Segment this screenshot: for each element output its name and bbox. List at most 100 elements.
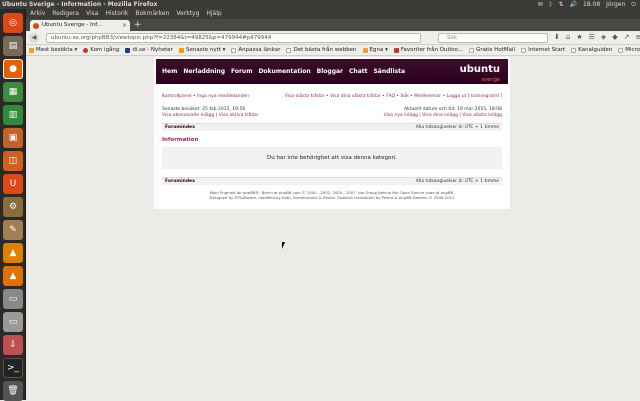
power-icon[interactable]: ⏻ xyxy=(631,0,636,9)
bookmark-star-icon[interactable]: ★ xyxy=(576,33,582,41)
system-top-bar: Ubuntu Sverige - Information - Mozilla F… xyxy=(0,0,640,9)
back-icon[interactable]: ◀ xyxy=(29,33,39,43)
bookmark-item[interactable]: Gratis HotMail xyxy=(469,45,515,55)
menu-hjalp[interactable]: Hjälp xyxy=(206,9,221,19)
menu-historik[interactable]: Historik xyxy=(105,9,128,19)
nav-chatt[interactable]: Chatt xyxy=(349,68,367,75)
bookmark-item[interactable]: di.se - Nyheter xyxy=(125,45,173,55)
toolbar-icons: ⬇ ⌂ ★ ☰ ◈ ◆ ↗ ≡ xyxy=(554,33,640,41)
tab-title: Ubuntu Sverige - Inf... xyxy=(42,22,103,28)
x-favicon-icon xyxy=(393,47,399,53)
settings-icon[interactable]: ⚙ xyxy=(3,197,23,217)
page-icon xyxy=(571,47,577,53)
bookmark-item[interactable]: Senaste nytt ▾ xyxy=(178,45,225,55)
bookmark-item[interactable]: Det bästa från webben xyxy=(286,45,357,55)
bookmark-item[interactable]: Internet Start xyxy=(521,45,565,55)
menu-bar: Arkiv Redigera Visa Historik Bokmärken V… xyxy=(26,9,640,19)
download-icon[interactable]: ⇩ xyxy=(3,335,23,355)
timezone-note: Alla tidsangivelser är UTC + 1 timme xyxy=(415,125,499,130)
files-icon[interactable]: ▤ xyxy=(3,36,23,56)
top-links[interactable]: Visa olästa trådar • Visa dina olästa tr… xyxy=(285,94,502,99)
firefox-favicon-icon xyxy=(83,47,89,53)
menu-arkiv[interactable]: Arkiv xyxy=(30,9,45,19)
bookmark-item[interactable]: Egna ▾ xyxy=(362,45,388,55)
pocket-icon[interactable]: ◈ xyxy=(601,33,606,41)
search-input[interactable]: Sök xyxy=(438,33,548,43)
page-icon xyxy=(286,47,292,53)
folder-icon xyxy=(29,47,34,53)
ubuntu-one-icon[interactable]: U xyxy=(3,174,23,194)
clock[interactable]: 18.08 xyxy=(583,0,600,9)
menu-redigera[interactable]: Redigera xyxy=(52,9,79,19)
current-time-block: Aktuellt datum och tid: 19 mar 2015, 18:… xyxy=(384,107,502,119)
nav-forum[interactable]: Forum xyxy=(231,68,252,75)
bookmarks-toolbar: Mest besökta ▾ Kom igång di.se - Nyheter… xyxy=(26,45,640,56)
forum-index-link[interactable]: Forumindex xyxy=(165,125,195,130)
folder-icon xyxy=(362,47,368,53)
ubuntu-favicon-icon xyxy=(33,23,39,29)
page-content: Hem Nerladdning Forum Dokumentation Blog… xyxy=(26,56,640,400)
libreoffice-impress-icon[interactable]: ▣ xyxy=(3,128,23,148)
shield-icon[interactable]: ◆ xyxy=(612,33,617,41)
home-icon[interactable]: ⌂ xyxy=(566,33,570,41)
libreoffice-writer-icon[interactable]: ▦ xyxy=(3,82,23,102)
nav-dokumentation[interactable]: Dokumentation xyxy=(258,68,310,75)
menu-bokmarken[interactable]: Bokmärken xyxy=(135,9,169,19)
ubuntu-logo[interactable]: ubuntu sverige xyxy=(460,65,500,85)
last-visit-block: Senaste besöket: 25 feb 2015, 19:56 Visa… xyxy=(162,107,259,119)
new-tab-icon[interactable]: + xyxy=(134,19,142,31)
download-arrow-icon[interactable]: ⬇ xyxy=(554,33,560,41)
bookmark-item[interactable]: Microsoft xyxy=(618,45,640,55)
share-icon[interactable]: ↗ xyxy=(624,33,630,41)
bookmark-item[interactable]: Anpassa länkar xyxy=(231,45,280,55)
bookmark-item[interactable]: Kom igång xyxy=(83,45,119,55)
forum-header: Hem Nerladdning Forum Dokumentation Blog… xyxy=(156,59,508,84)
window-title: Ubuntu Sverige - Information - Mozilla F… xyxy=(2,1,158,8)
libreoffice-calc-icon[interactable]: ▥ xyxy=(3,105,23,125)
forum-index-bar-bottom: Forumindex Alla tidsangivelser är UTC + … xyxy=(162,177,502,185)
bookmark-item[interactable]: Mest besökta ▾ xyxy=(29,45,77,55)
menu-verktyg[interactable]: Verktyg xyxy=(176,9,199,19)
firefox-icon[interactable]: ● xyxy=(3,59,23,79)
nav-nerladdning[interactable]: Nerladdning xyxy=(183,68,225,75)
mail-icon[interactable]: ✉ xyxy=(538,0,543,9)
terminal-icon[interactable]: >_ xyxy=(3,358,23,378)
nav-bloggar[interactable]: Bloggar xyxy=(317,68,343,75)
tab-ubuntu-sverige[interactable]: Ubuntu Sverige - Inf... × xyxy=(30,20,130,31)
forum-footer: Main Engined for phpBB®: Berlin at phpBB… xyxy=(154,190,510,200)
bookmark-item[interactable]: Kanalguiden xyxy=(571,45,612,55)
nav-hem[interactable]: Hem xyxy=(162,68,177,75)
page-icon xyxy=(469,47,475,53)
control-panel-link[interactable]: Kontrollpanel • Inga nya meddelanden xyxy=(162,94,249,99)
bookmarks-list-icon[interactable]: ☰ xyxy=(589,33,595,41)
navigation-bar: ◀ ubuntu-se.org/phpBB3/viewtopic.php?f=2… xyxy=(26,31,640,45)
app-icon[interactable]: ▲ xyxy=(3,243,23,263)
menu-icon[interactable]: ≡ xyxy=(636,33,640,41)
gimp-icon[interactable]: ✎ xyxy=(3,220,23,240)
page-icon xyxy=(521,47,527,53)
right-links[interactable]: Visa nya inlägg | Visa dina inlägg | Vis… xyxy=(384,113,502,119)
volume-icon[interactable]: 🔊 xyxy=(569,0,576,9)
forum-container: Hem Nerladdning Forum Dokumentation Blog… xyxy=(154,57,510,209)
url-input[interactable]: ubuntu-se.org/phpBB3/viewtopic.php?f=223… xyxy=(46,33,421,43)
network-icon[interactable]: ⇅ xyxy=(558,0,563,9)
disk-icon[interactable]: ▭ xyxy=(3,312,23,332)
bluetooth-icon[interactable]: ᛒ xyxy=(549,0,553,9)
footer-line-2: Designed by STSoftware, modified by Kath… xyxy=(209,195,455,200)
forum-index-link[interactable]: Forumindex xyxy=(165,179,195,184)
launcher: ◎ ▤ ● ▦ ▥ ▣ ◫ U ⚙ ✎ ▲ ▲ ▭ ▭ ⇩ >_ 🗑 xyxy=(0,9,26,401)
trash-icon[interactable]: 🗑 xyxy=(3,381,23,401)
rss-icon xyxy=(178,47,184,53)
menu-visa[interactable]: Visa xyxy=(86,9,98,19)
drive-icon[interactable]: ▭ xyxy=(3,289,23,309)
bookmark-item[interactable]: Favoriter från Outloo... xyxy=(393,45,463,55)
system-tray: ✉ ᛒ ⇅ 🔊 18.08 Jörgen ⏻ xyxy=(538,0,636,9)
user-name[interactable]: Jörgen xyxy=(606,0,625,9)
software-center-icon[interactable]: ◫ xyxy=(3,151,23,171)
close-tab-icon[interactable]: × xyxy=(122,20,127,31)
page-icon xyxy=(618,47,624,53)
nav-sandlista[interactable]: Sändlista xyxy=(373,68,405,75)
left-links[interactable]: Visa obesvarade inlägg | Visa aktiva trå… xyxy=(162,113,259,119)
dash-icon[interactable]: ◎ xyxy=(3,13,23,33)
vlc-icon[interactable]: ▲ xyxy=(3,266,23,286)
